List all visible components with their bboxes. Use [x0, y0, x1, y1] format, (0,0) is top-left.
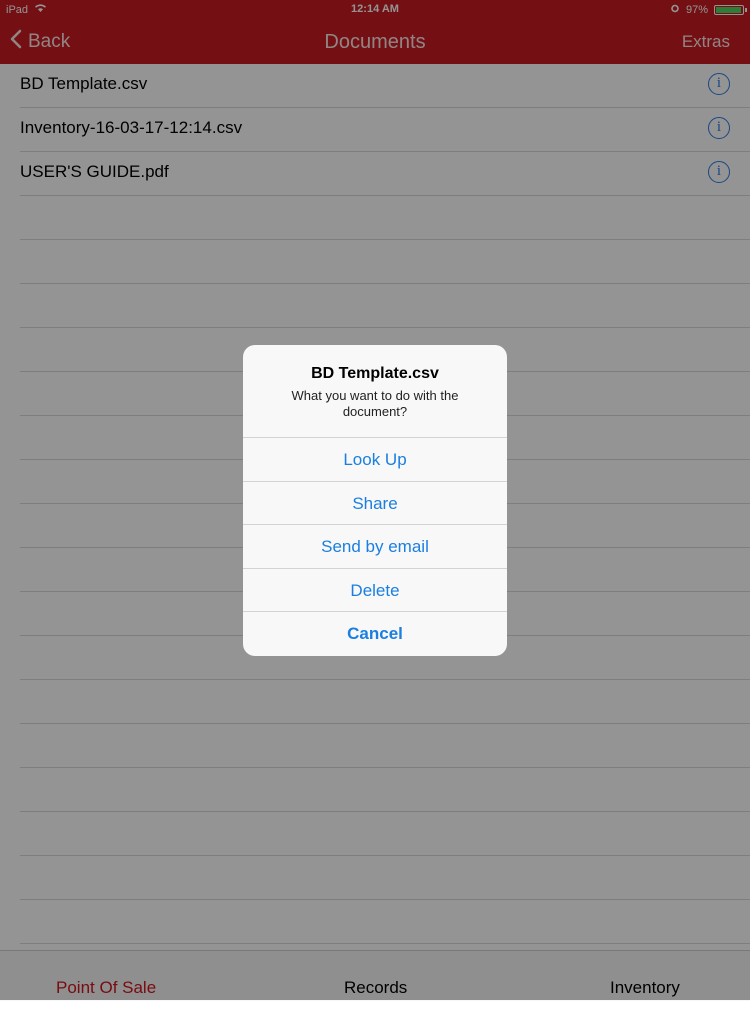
send-by-email-button[interactable]: Send by email: [243, 525, 507, 569]
action-alert: BD Template.csv What you want to do with…: [243, 345, 507, 656]
alert-title: BD Template.csv: [311, 365, 439, 382]
share-button[interactable]: Share: [243, 482, 507, 525]
delete-button[interactable]: Delete: [243, 569, 507, 612]
alert-header: BD Template.csv What you want to do with…: [243, 345, 507, 438]
look-up-button[interactable]: Look Up: [243, 438, 507, 482]
cancel-button[interactable]: Cancel: [243, 612, 507, 656]
alert-message: What you want to do with the document?: [291, 388, 459, 419]
